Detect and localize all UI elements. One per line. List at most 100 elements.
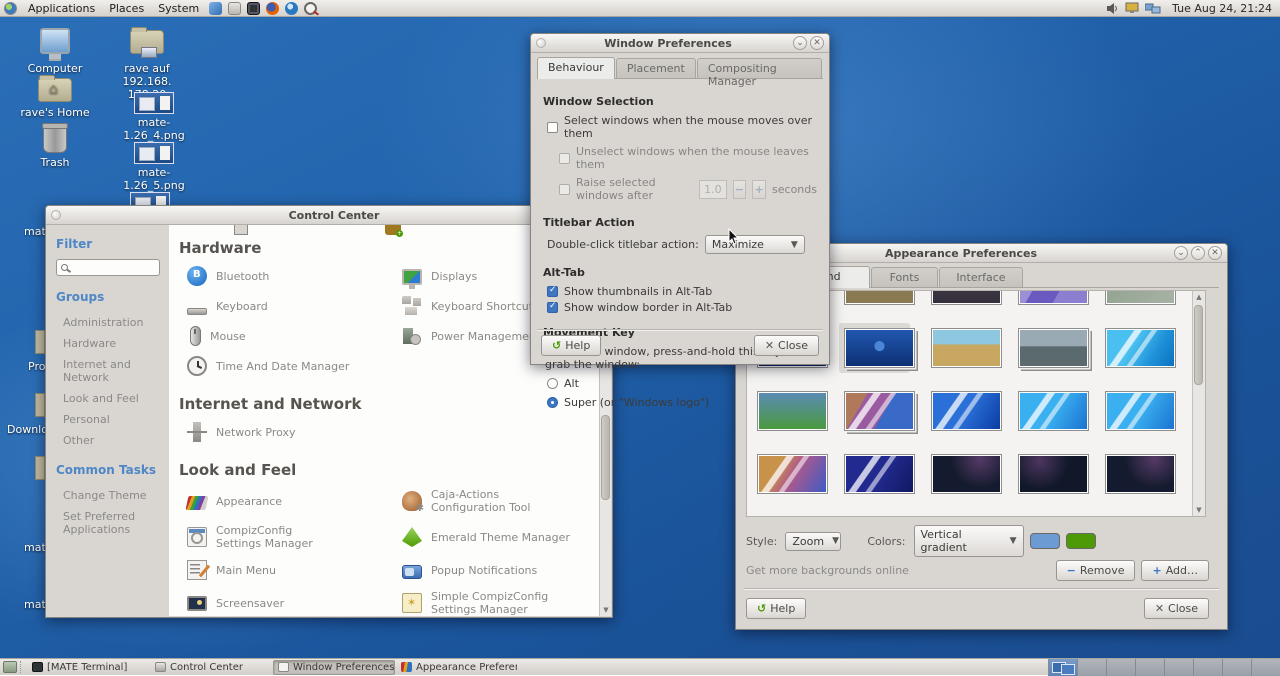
- wallpaper-thumb-blue-lt[interactable]: [1013, 386, 1084, 436]
- checkbox-icon[interactable]: [547, 122, 558, 133]
- cc-app-time-date[interactable]: Time And Date Manager: [169, 351, 384, 381]
- tab-compositing[interactable]: Compositing Manager: [697, 58, 822, 78]
- taskbar-control-center[interactable]: Control Center: [150, 660, 272, 675]
- wallpaper-thumb-field[interactable]: [839, 290, 910, 310]
- wallpaper-thumb-tree-dark[interactable]: [926, 290, 997, 310]
- primary-color-swatch[interactable]: [1030, 533, 1060, 549]
- radio-super[interactable]: Super (or "Windows logo"): [547, 396, 817, 409]
- checkbox-icon[interactable]: [547, 286, 558, 297]
- wallpaper-thumb-earth2[interactable]: [752, 512, 823, 517]
- sidebar-item-internet[interactable]: Internet and Network: [56, 354, 160, 388]
- desktop-icon-computer[interactable]: Computer: [19, 28, 91, 75]
- wallpaper-thumb-earth[interactable]: [926, 449, 997, 499]
- sidebar-item-personal[interactable]: Personal: [56, 409, 160, 430]
- spin-minus-button[interactable]: −: [733, 180, 747, 199]
- desktop-icon-home[interactable]: rave's Home: [19, 78, 91, 119]
- partial-icon-label[interactable]: mate: [24, 541, 45, 554]
- wallpaper-thumb-forest-blue[interactable]: [1013, 512, 1084, 517]
- cc-app-appearance[interactable]: Appearance: [169, 483, 384, 519]
- checkbox-show-thumbnails[interactable]: Show thumbnails in Alt-Tab: [547, 285, 817, 298]
- wallpaper-thumb-rainbow[interactable]: [839, 386, 910, 436]
- control-center-window[interactable]: Control Center Filter Groups Administrat…: [45, 205, 613, 618]
- close-button[interactable]: ✕Close: [1144, 598, 1209, 619]
- sidebar-item-hardware[interactable]: Hardware: [56, 333, 160, 354]
- menu-places[interactable]: Places: [102, 0, 151, 17]
- show-desktop-button[interactable]: [3, 661, 17, 673]
- network-icon[interactable]: [1145, 2, 1161, 14]
- checkbox-icon[interactable]: [559, 153, 570, 164]
- workspace-cell-4[interactable]: [1135, 659, 1164, 676]
- partial-icon-label[interactable]: Downlo: [7, 423, 45, 436]
- help-button[interactable]: ↺Help: [746, 598, 806, 619]
- sidebar-item-lookandfeel[interactable]: Look and Feel: [56, 388, 160, 409]
- wallpaper-thumb-blue[interactable]: [926, 386, 997, 436]
- sidebar-item-other[interactable]: Other: [56, 430, 160, 451]
- workspace-cell-8[interactable]: [1251, 659, 1280, 676]
- sidebar-item-administration[interactable]: Administration: [56, 312, 160, 333]
- partial-icon-label[interactable]: mate: [24, 225, 45, 238]
- cc-app-caja-actions[interactable]: Caja-Actions Configuration Tool: [384, 483, 599, 519]
- checkbox-show-border[interactable]: Show window border in Alt-Tab: [547, 301, 817, 314]
- scroll-down-icon[interactable]: ▼: [602, 606, 610, 614]
- window-menu-icon[interactable]: [51, 210, 61, 220]
- get-backgrounds-link[interactable]: Get more backgrounds online: [746, 564, 909, 577]
- wallpaper-scrollbar[interactable]: ▲ ▼: [1192, 291, 1205, 516]
- sidebar-item-change-theme[interactable]: Change Theme: [56, 485, 160, 506]
- partial-folder-icon[interactable]: [35, 456, 45, 480]
- menu-applications[interactable]: Applications: [21, 0, 102, 17]
- partial-folder-icon[interactable]: [35, 393, 45, 417]
- checkbox-select-windows[interactable]: Select windows when the mouse moves over…: [547, 114, 817, 140]
- terminal-icon[interactable]: [247, 2, 260, 15]
- workspace-cell-1[interactable]: [1048, 659, 1077, 676]
- cc-app-network-proxy[interactable]: Network Proxy: [169, 417, 384, 447]
- computer-icon[interactable]: [228, 2, 241, 15]
- partial-icon-label[interactable]: mate: [24, 598, 45, 611]
- desktop-icon-remote-folder[interactable]: rave auf 192.168. 178.20: [111, 30, 183, 101]
- display-icon[interactable]: [1125, 2, 1139, 14]
- wallpaper-thumb-blue-lt[interactable]: [1100, 386, 1171, 436]
- style-dropdown[interactable]: Zoom▼: [785, 532, 841, 551]
- partial-icon-label[interactable]: Pro: [28, 360, 45, 373]
- messaging-icon[interactable]: [285, 2, 298, 15]
- scroll-up-icon[interactable]: ▲: [1195, 293, 1203, 301]
- workspace-cell-5[interactable]: [1164, 659, 1193, 676]
- wallpaper-scrollbar-thumb[interactable]: [1194, 305, 1203, 385]
- close-button[interactable]: ✕: [1208, 246, 1222, 260]
- cc-app-simple-ccsm[interactable]: Simple CompizConfig Settings Manager: [384, 585, 599, 616]
- window-menu-icon[interactable]: [536, 38, 546, 48]
- minimize-button[interactable]: ⌄: [793, 36, 807, 50]
- add-button[interactable]: +Add…: [1141, 560, 1209, 581]
- wallpaper-thumb-earth[interactable]: [839, 512, 910, 517]
- checkbox-icon[interactable]: [559, 184, 570, 195]
- close-button[interactable]: ✕: [810, 36, 824, 50]
- wallpaper-thumb-flowers[interactable]: [1013, 290, 1084, 310]
- screenshot-icon[interactable]: [304, 2, 317, 15]
- partial-folder-icon[interactable]: [35, 330, 45, 354]
- tab-fonts[interactable]: Fonts: [871, 267, 939, 287]
- workspace-cell-3[interactable]: [1106, 659, 1135, 676]
- filter-search-input[interactable]: [56, 259, 160, 276]
- workspace-cell-2[interactable]: [1077, 659, 1106, 676]
- spin-plus-button[interactable]: +: [752, 180, 766, 199]
- wallpaper-thumb-navy[interactable]: [839, 449, 910, 499]
- remove-button[interactable]: −Remove: [1056, 560, 1136, 581]
- wallpaper-thumb-forest-sel[interactable]: [839, 323, 910, 373]
- dialog-titlebar[interactable]: Window Preferences ⌄ ✕: [531, 34, 829, 53]
- taskbar-window-preferences[interactable]: Window Preferences: [273, 660, 395, 675]
- cc-app-emerald[interactable]: Emerald Theme Manager: [384, 519, 599, 555]
- desktop-icon-trash[interactable]: Trash: [19, 126, 91, 169]
- control-center-titlebar[interactable]: Control Center: [46, 206, 612, 225]
- wallpaper-thumb-coast[interactable]: [1013, 323, 1084, 373]
- close-button[interactable]: ✕Close: [754, 335, 819, 356]
- checkbox-unselect-windows[interactable]: Unselect windows when the mouse leaves t…: [559, 145, 817, 171]
- cc-app-keyboard[interactable]: Keyboard: [169, 291, 384, 321]
- desktop-icon-mate-4[interactable]: mate-1.26_4.png: [114, 92, 194, 142]
- help-button[interactable]: ↺Help: [541, 335, 601, 356]
- checkbox-raise-windows[interactable]: Raise selected windows after 1.0−+ secon…: [559, 176, 817, 202]
- workspace-cell-7[interactable]: [1222, 659, 1251, 676]
- cc-app-screensaver[interactable]: Screensaver: [169, 585, 384, 616]
- workspace-cell-6[interactable]: [1193, 659, 1222, 676]
- tab-placement[interactable]: Placement: [616, 58, 696, 78]
- window-preferences-dialog[interactable]: Window Preferences ⌄ ✕ Behaviour Placeme…: [530, 33, 830, 365]
- file-manager-icon[interactable]: [209, 2, 222, 15]
